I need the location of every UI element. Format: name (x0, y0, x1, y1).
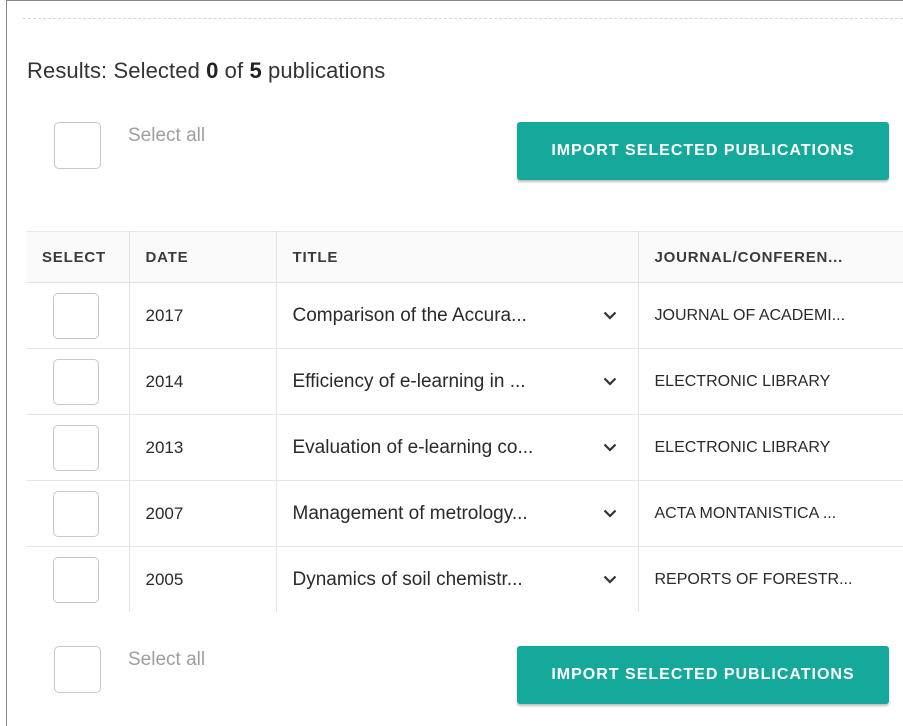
select-cell (27, 282, 130, 349)
select-all-checkbox-top[interactable] (54, 122, 101, 169)
title-cell: Evaluation of e-learning co... (276, 414, 639, 481)
results-suffix: publications (261, 58, 386, 83)
chevron-down-icon[interactable] (598, 568, 622, 592)
import-selected-button-bottom[interactable]: IMPORT SELECTED PUBLICATIONS (517, 646, 889, 704)
total-count: 5 (249, 58, 262, 83)
title-text: Comparison of the Accura... (292, 304, 527, 326)
date-cell: 2005 (129, 546, 277, 612)
top-divider (23, 18, 903, 19)
table-row: 2013 Evaluation of e-learning co... ELEC… (27, 414, 903, 481)
publications-table: SELECT DATE TITLE JOURNAL/CONFEREN... 20… (27, 231, 903, 612)
row-checkbox[interactable] (53, 425, 99, 471)
chevron-down-icon[interactable] (598, 502, 622, 526)
publications-import-panel: Results: Selected 0 of 5 publications Se… (6, 0, 903, 726)
select-all-checkbox-bottom[interactable] (54, 646, 101, 693)
title-text: Evaluation of e-learning co... (292, 436, 534, 458)
chevron-down-icon[interactable] (598, 304, 622, 328)
table-row: 2014 Efficiency of e-learning in ... ELE… (27, 348, 903, 415)
date-cell: 2017 (129, 282, 277, 349)
results-middle: of (218, 58, 250, 83)
title-cell: Dynamics of soil chemistr... (276, 546, 639, 612)
chevron-down-icon[interactable] (598, 436, 622, 460)
column-header-select: SELECT (27, 231, 130, 283)
title-text: Efficiency of e-learning in ... (292, 370, 526, 392)
journal-cell: ACTA MONTANISTICA ... (638, 480, 903, 547)
select-cell (27, 546, 130, 612)
title-cell: Comparison of the Accura... (276, 282, 639, 349)
date-cell: 2014 (129, 348, 277, 415)
column-header-date[interactable]: DATE (129, 231, 277, 283)
chevron-down-icon[interactable] (598, 370, 622, 394)
title-toggle[interactable]: Dynamics of soil chemistr... (293, 568, 622, 592)
row-checkbox[interactable] (53, 557, 99, 603)
table-row: 2005 Dynamics of soil chemistr... REPORT… (27, 546, 903, 612)
column-header-journal[interactable]: JOURNAL/CONFEREN... (638, 231, 903, 283)
select-all-label-top: Select all (128, 125, 206, 146)
title-text: Dynamics of soil chemistr... (292, 568, 523, 590)
results-prefix: Results: Selected (27, 58, 207, 83)
journal-cell: JOURNAL OF ACADEMI... (638, 282, 903, 349)
select-all-label-bottom: Select all (128, 649, 206, 670)
row-checkbox[interactable] (53, 491, 99, 537)
selected-count: 0 (206, 58, 219, 83)
title-text: Management of metrology... (292, 502, 528, 524)
date-cell: 2013 (129, 414, 277, 481)
select-cell (27, 414, 130, 481)
table-row: 2007 Management of metrology... ACTA MON… (27, 480, 903, 547)
select-cell (27, 480, 130, 547)
title-cell: Management of metrology... (276, 480, 639, 547)
title-toggle[interactable]: Comparison of the Accura... (293, 304, 622, 328)
journal-cell: ELECTRONIC LIBRARY (638, 414, 903, 481)
select-cell (27, 348, 130, 415)
table-header-row: SELECT DATE TITLE JOURNAL/CONFEREN... (27, 231, 903, 283)
table-row: 2017 Comparison of the Accura... JOURNAL… (27, 282, 903, 349)
row-checkbox[interactable] (53, 359, 99, 405)
row-checkbox[interactable] (53, 293, 99, 339)
title-toggle[interactable]: Efficiency of e-learning in ... (293, 370, 622, 394)
results-summary: Results: Selected 0 of 5 publications (27, 58, 385, 84)
journal-cell: ELECTRONIC LIBRARY (638, 348, 903, 415)
import-selected-button-top[interactable]: IMPORT SELECTED PUBLICATIONS (517, 122, 889, 180)
column-header-title[interactable]: TITLE (276, 231, 639, 283)
title-cell: Efficiency of e-learning in ... (276, 348, 639, 415)
title-toggle[interactable]: Management of metrology... (293, 502, 622, 526)
journal-cell: REPORTS OF FORESTR... (638, 546, 903, 612)
title-toggle[interactable]: Evaluation of e-learning co... (293, 436, 622, 460)
date-cell: 2007 (129, 480, 277, 547)
